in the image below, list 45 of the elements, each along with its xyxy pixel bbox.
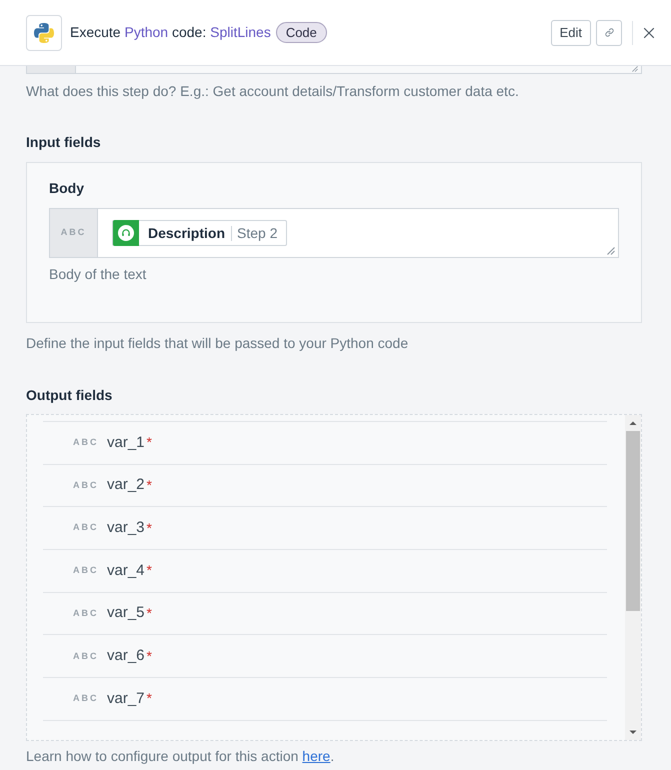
help-text: Define the input fields that will be passed to your Python code [26,334,410,353]
type-label: ABC [73,692,100,706]
description-field[interactable] [26,66,642,74]
type-label: ABC [73,606,100,620]
pill-name: Description [147,224,226,243]
field-name: var_3 [107,518,145,538]
required-marker: * [146,561,152,580]
required-marker: * [146,604,152,624]
code-badge: Code [276,22,327,43]
help-text: Learn how to configure output for this action here. [26,747,336,766]
resize-handle-icon[interactable] [607,247,615,255]
field-name: var_5 [107,603,145,624]
field-name: var_4 [107,560,145,581]
section-title: Input fields [26,133,102,152]
help-text: What does this step do? E.g.: Get account details/Transform customer data etc. [26,82,520,101]
type-label: ABC [73,650,100,663]
type-label: ABC [73,436,100,450]
field-name: var_1 [107,432,145,453]
help-text: Body of the text [49,265,148,284]
type-label: ABC [50,209,98,257]
required-marker: * [146,433,152,452]
type-label: ABC [73,564,100,578]
field-name: var_2 [107,475,145,496]
type-label: ABC [73,521,100,534]
type-label: ABC [73,478,100,492]
scrollbar-thumb[interactable] [626,431,640,611]
required-marker: * [146,518,152,538]
required-marker: * [146,476,152,496]
headset-icon [113,220,139,246]
link-button[interactable] [596,20,622,46]
resize-handle-icon[interactable] [632,66,638,72]
required-marker: * [146,689,152,708]
field-name: var_6 [107,646,145,666]
section-title: Output fields [26,386,114,405]
edit-button[interactable]: Edit [550,20,591,46]
pill-step: Step 2 [232,222,286,244]
logo-icon [26,14,62,50]
body-field[interactable]: ABC Description Step 2 [49,208,619,258]
field-label: Body [49,179,85,198]
field-name: var_7 [107,688,145,709]
step-title: Execute Python code: SplitLines [70,23,271,42]
help-link[interactable]: here [302,748,330,764]
link-icon [604,28,614,37]
scrollbar[interactable] [625,415,641,740]
required-marker: * [146,646,152,666]
